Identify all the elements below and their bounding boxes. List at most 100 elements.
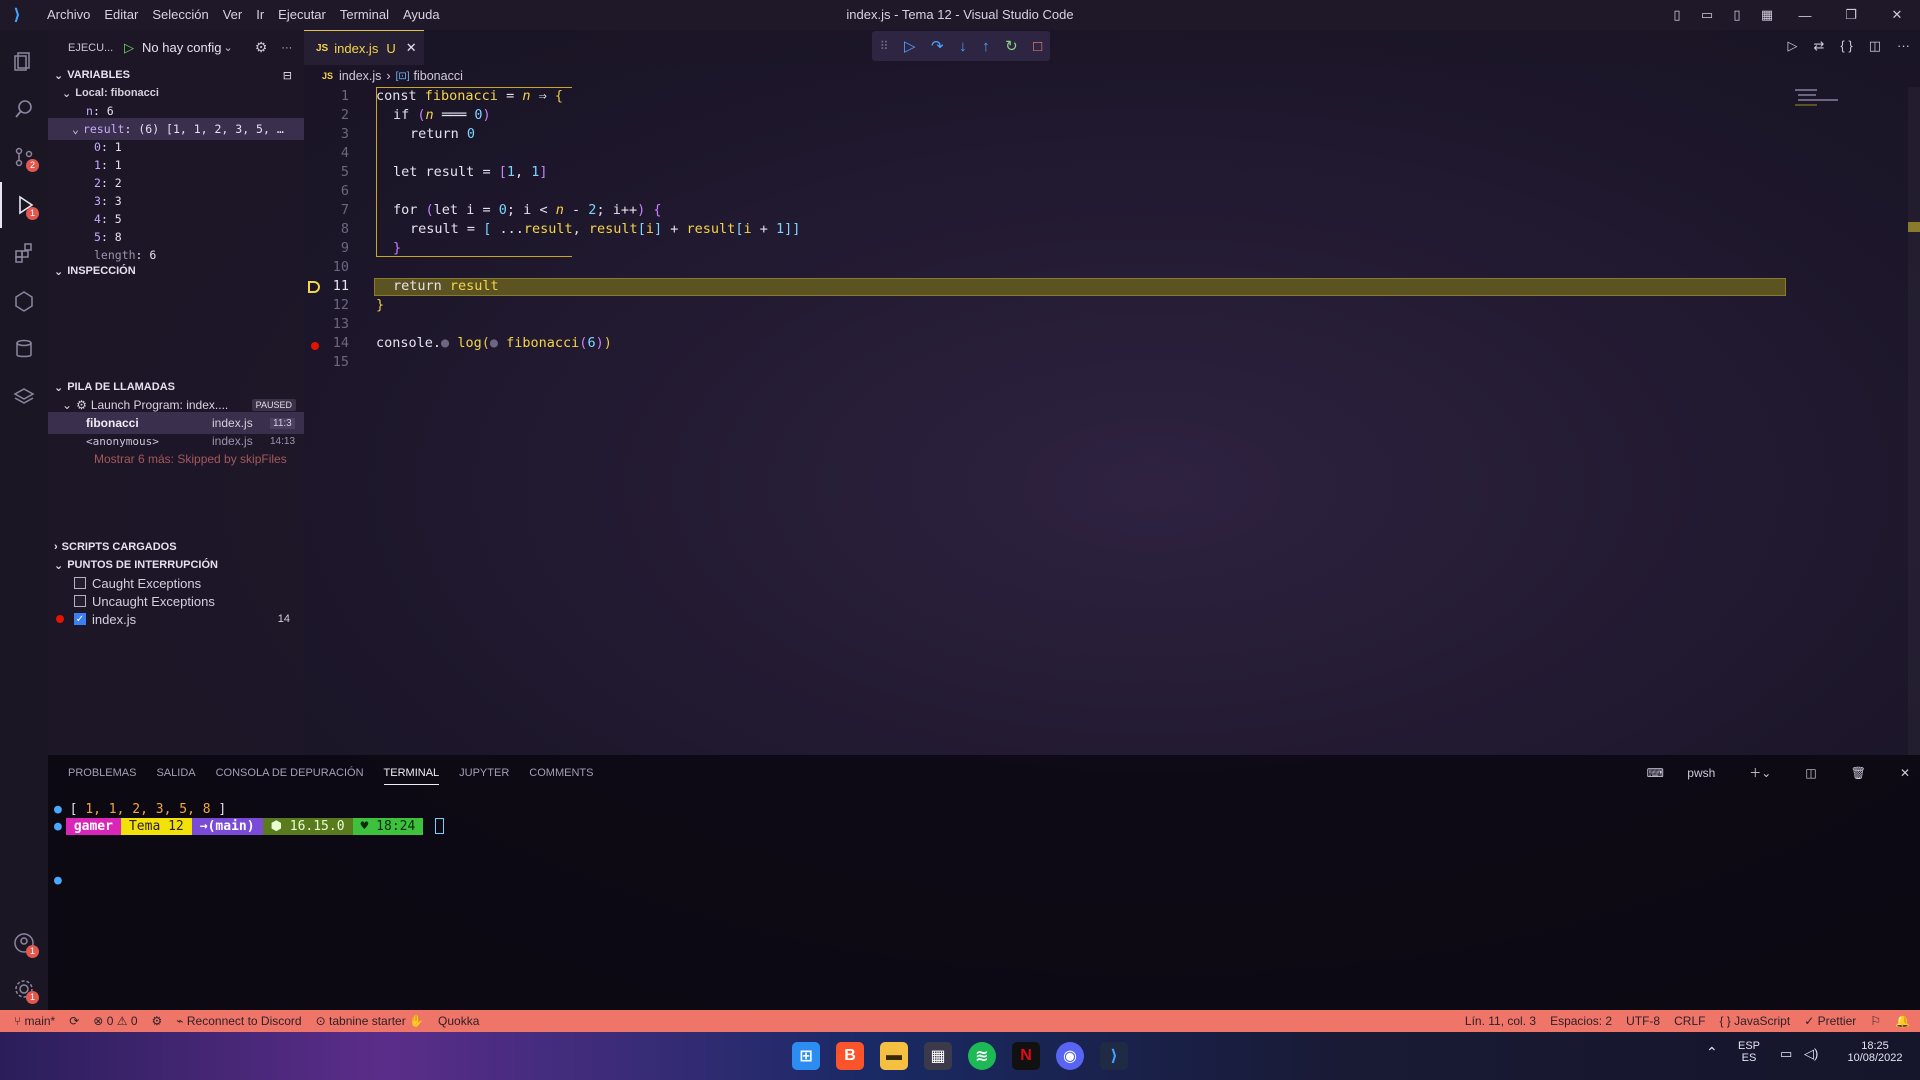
tab-index-js[interactable]: JS index.js U ✕: [304, 30, 424, 65]
tab-comments[interactable]: COMMENTS: [529, 767, 593, 779]
quokka-item[interactable]: Quokka: [438, 1014, 479, 1028]
more-actions-icon[interactable]: ···: [1897, 38, 1910, 54]
tab-debug-console[interactable]: CONSOLA DE DEPURACIÓN: [216, 767, 364, 779]
minimize-icon[interactable]: —: [1782, 8, 1828, 23]
menu-seleccion[interactable]: Selección: [145, 0, 215, 30]
git-branch-item[interactable]: ⑂ main*: [14, 1014, 55, 1028]
remote-explorer-icon[interactable]: [0, 278, 48, 324]
accounts-icon[interactable]: 1: [0, 920, 48, 966]
discord-icon[interactable]: ◉: [1056, 1042, 1084, 1070]
end-of-line[interactable]: CRLF: [1674, 1014, 1705, 1028]
tab-output[interactable]: SALIDA: [156, 767, 195, 779]
microsoft-store-icon[interactable]: ▦: [924, 1042, 952, 1070]
braces-icon[interactable]: { }: [1840, 38, 1852, 54]
language-label: JavaScript: [1734, 1014, 1791, 1028]
close-panel-icon[interactable]: ✕: [1900, 766, 1910, 780]
network-icon[interactable]: ▭: [1780, 1046, 1792, 1062]
problems-item[interactable]: ⊗ 0 ⚠ 0: [93, 1014, 137, 1028]
extensions-icon[interactable]: [0, 230, 48, 276]
more-actions-icon[interactable]: ···: [281, 42, 292, 54]
tray-chevron-up-icon[interactable]: ⌃: [1706, 1044, 1718, 1061]
show-more-frames-link[interactable]: Mostrar 6 más: Skipped by skipFiles: [48, 448, 304, 470]
menu-archivo[interactable]: Archivo: [40, 0, 97, 30]
menu-terminal[interactable]: Terminal: [333, 0, 396, 30]
spotify-icon[interactable]: ≋: [968, 1042, 996, 1070]
notifications-bell-icon[interactable]: 🔔: [1895, 1014, 1910, 1028]
step-over-icon[interactable]: ↷: [931, 37, 944, 55]
clock[interactable]: 18:25 10/08/2022: [1840, 1040, 1910, 1064]
source-control-icon[interactable]: 2: [0, 134, 48, 180]
toggle-secondary-sidebar-icon[interactable]: ▯: [1722, 7, 1752, 23]
uncaught-exceptions-checkbox[interactable]: [74, 595, 86, 607]
prettier-item[interactable]: ✓ Prettier: [1804, 1014, 1856, 1028]
caught-exceptions-checkbox[interactable]: [74, 577, 86, 589]
run-debug-icon[interactable]: 1: [0, 182, 48, 228]
explorer-icon[interactable]: [0, 38, 48, 84]
terminal-decoration-icon: ●: [54, 819, 62, 834]
menu-ver[interactable]: Ver: [216, 0, 250, 30]
stop-icon[interactable]: □: [1033, 38, 1042, 55]
panel-tabs: PROBLEMAS SALIDA CONSOLA DE DEPURACIÓN T…: [48, 755, 1920, 790]
customize-layout-icon[interactable]: ▦: [1752, 7, 1782, 23]
debug-settings-gear-icon[interactable]: ⚙: [255, 39, 268, 56]
close-tab-icon[interactable]: ✕: [406, 40, 417, 56]
compare-changes-icon[interactable]: ⇄: [1814, 38, 1825, 54]
language-mode[interactable]: { } JavaScript: [1719, 1014, 1790, 1028]
windows-start-icon[interactable]: ⊞: [792, 1042, 820, 1070]
sync-icon[interactable]: ⟳: [69, 1014, 79, 1028]
manage-gear-icon[interactable]: 1: [0, 966, 48, 1012]
language-indicator[interactable]: ESP ES: [1738, 1040, 1760, 1064]
split-terminal-icon[interactable]: ◫: [1805, 766, 1816, 780]
terminal-shell-selector[interactable]: ⌨ pwsh: [1627, 766, 1716, 780]
tab-jupyter[interactable]: JUPYTER: [459, 767, 509, 779]
drag-handle-icon[interactable]: ⠿: [880, 39, 889, 53]
chevron-down-icon[interactable]: ⌄: [224, 41, 233, 54]
search-icon[interactable]: [0, 86, 48, 132]
run-file-icon[interactable]: ▷: [1788, 38, 1798, 54]
file-explorer-icon[interactable]: ▬: [880, 1042, 908, 1070]
toggle-panel-icon[interactable]: ▭: [1692, 7, 1722, 23]
breakpoint-enabled-checkbox[interactable]: ✓: [74, 613, 86, 625]
breakpoint-dot-icon[interactable]: [311, 342, 319, 350]
restore-icon[interactable]: ❐: [1828, 7, 1874, 23]
new-terminal-icon[interactable]: ＋⌄: [1749, 764, 1771, 781]
minimap[interactable]: [1795, 87, 1855, 117]
menu-ir[interactable]: Ir: [249, 0, 271, 30]
step-out-icon[interactable]: ↑: [982, 38, 990, 55]
breadcrumb-file[interactable]: index.js: [339, 69, 381, 83]
debug-status-icon[interactable]: ⚙: [152, 1014, 163, 1028]
continue-icon[interactable]: ▷: [904, 37, 916, 55]
volume-icon[interactable]: ◁): [1804, 1046, 1818, 1062]
editor-scrollbar[interactable]: [1908, 87, 1920, 755]
indentation[interactable]: Espacios: 2: [1550, 1014, 1612, 1028]
toggle-sidebar-icon[interactable]: ▯: [1662, 7, 1692, 23]
start-debugging-icon[interactable]: ▷: [124, 40, 134, 56]
watch-section-header[interactable]: ⌄ INSPECCIÓN: [48, 260, 304, 282]
tabnine-item[interactable]: ⊙ tabnine starter ✋: [316, 1014, 424, 1028]
netflix-icon[interactable]: N: [1012, 1042, 1040, 1070]
discord-item[interactable]: ⌁ Reconnect to Discord: [176, 1014, 301, 1028]
kill-terminal-icon[interactable]: 🗑: [1851, 766, 1866, 780]
code-editor[interactable]: 1 2 3 4 5 6 7 8 9 10 11 12 13 14 15 cons…: [304, 87, 1784, 387]
cursor-position[interactable]: Lín. 11, col. 3: [1465, 1014, 1536, 1028]
menu-ayuda[interactable]: Ayuda: [396, 0, 447, 30]
menu-editar[interactable]: Editar: [97, 0, 145, 30]
collapse-all-icon[interactable]: ⊟: [283, 69, 292, 82]
breakpoint-file-row[interactable]: ✓ index.js 14: [48, 608, 304, 630]
close-window-icon[interactable]: ✕: [1874, 7, 1920, 23]
brave-browser-icon[interactable]: B: [836, 1042, 864, 1070]
tab-problems[interactable]: PROBLEMAS: [68, 767, 136, 779]
debug-config-select[interactable]: No hay config: [142, 40, 222, 55]
vscode-taskbar-icon[interactable]: ⟩: [1100, 1042, 1128, 1070]
split-editor-icon[interactable]: ◫: [1869, 38, 1881, 54]
feedback-icon[interactable]: ⚐: [1870, 1014, 1881, 1028]
code-line: for (let i = 0; i < n - 2; i++) {: [393, 202, 662, 218]
menu-ejecutar[interactable]: Ejecutar: [271, 0, 333, 30]
layers-icon[interactable]: [0, 374, 48, 420]
encoding[interactable]: UTF-8: [1626, 1014, 1660, 1028]
step-into-icon[interactable]: ↓: [959, 38, 967, 55]
tab-terminal[interactable]: TERMINAL: [383, 767, 440, 785]
database-icon[interactable]: [0, 326, 48, 372]
breadcrumb-symbol[interactable]: fibonacci: [414, 69, 463, 83]
restart-icon[interactable]: ↻: [1005, 37, 1018, 55]
